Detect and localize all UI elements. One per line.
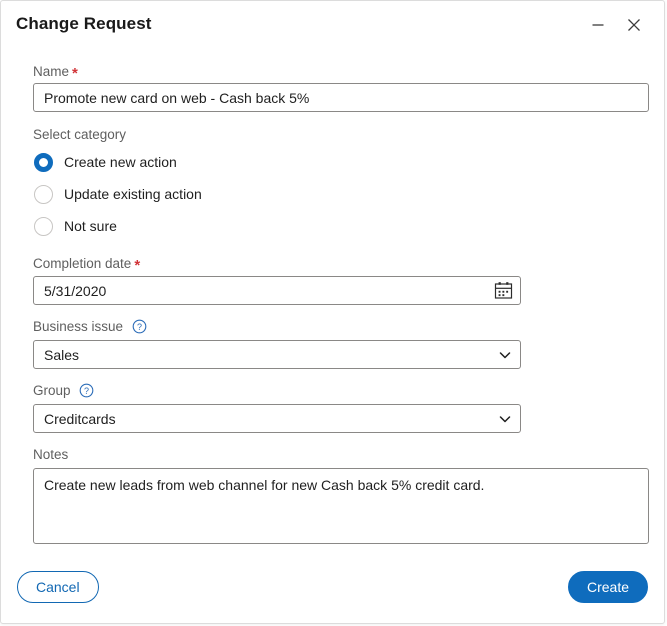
minimize-icon xyxy=(592,24,604,26)
radio-label: Update existing action xyxy=(64,186,202,202)
group-label-text: Group xyxy=(33,383,71,398)
select-category-label: Select category xyxy=(33,127,127,142)
minimize-button[interactable] xyxy=(584,12,612,38)
create-button[interactable]: Create xyxy=(567,571,648,603)
radio-option-create-new-action[interactable]: Create new action xyxy=(34,150,177,174)
name-input[interactable] xyxy=(33,83,649,112)
group-value: Creditcards xyxy=(44,410,116,427)
radio-label: Create new action xyxy=(64,154,177,170)
dialog-title: Change Request xyxy=(16,14,152,33)
calendar-picker-button[interactable] xyxy=(487,276,519,305)
completion-date-label-text: Completion date xyxy=(33,256,132,271)
completion-date-input[interactable] xyxy=(33,276,521,305)
business-issue-select[interactable]: Sales xyxy=(33,340,521,369)
radio-mark-unselected xyxy=(34,184,53,204)
notes-textarea[interactable] xyxy=(33,468,649,544)
name-label-text: Name xyxy=(33,64,70,79)
completion-date-required-asterisk: * xyxy=(134,257,141,274)
group-label: Group ? xyxy=(33,383,94,401)
chevron-down-icon xyxy=(490,348,520,362)
help-circle-icon[interactable]: ? xyxy=(79,383,94,401)
business-issue-label-text: Business issue xyxy=(33,319,124,334)
change-request-dialog: Change Request Name* Select category Cre… xyxy=(0,0,665,624)
completion-date-field xyxy=(33,276,521,305)
cancel-button[interactable]: Cancel xyxy=(17,571,99,603)
radio-label: Not sure xyxy=(64,218,117,234)
radio-option-not-sure[interactable]: Not sure xyxy=(34,214,117,238)
help-circle-icon[interactable]: ? xyxy=(132,319,147,337)
chevron-down-icon xyxy=(490,412,520,426)
business-issue-value: Sales xyxy=(44,346,80,363)
close-icon xyxy=(628,19,640,31)
svg-text:?: ? xyxy=(137,322,142,332)
radio-option-update-existing-action[interactable]: Update existing action xyxy=(34,182,202,206)
name-required-asterisk: * xyxy=(72,65,78,82)
close-button[interactable] xyxy=(620,12,648,38)
radio-mark-selected xyxy=(34,152,53,172)
dialog-body: Name* Select category Create new action … xyxy=(1,49,664,557)
dialog-footer: Cancel Create xyxy=(1,557,664,623)
name-label: Name * xyxy=(33,63,78,82)
completion-date-label: Completion date * xyxy=(33,255,141,274)
calendar-icon xyxy=(494,282,512,299)
group-select[interactable]: Creditcards xyxy=(33,404,521,433)
radio-mark-unselected xyxy=(34,216,53,236)
business-issue-label: Business issue ? xyxy=(33,319,147,337)
notes-label: Notes xyxy=(33,447,69,462)
svg-text:?: ? xyxy=(84,386,89,396)
dialog-titlebar: Change Request xyxy=(1,1,664,49)
